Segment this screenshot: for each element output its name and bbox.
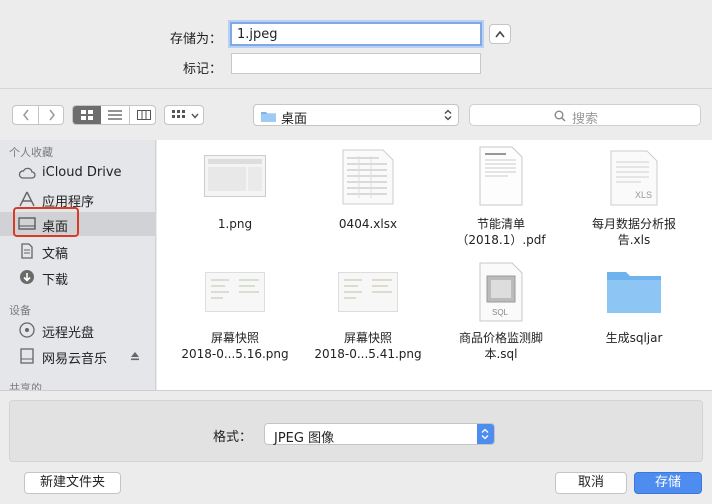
file-name-line2: （2018.1）.pdf [456, 233, 546, 247]
file-grid: 1.png 0404.xlsx 节能清单 （2018.1）.pdf XLS 每月数… [157, 140, 712, 390]
file-item[interactable]: SQL 商品价格监测脚 本.sql [435, 262, 567, 382]
sidebar: 个人收藏 iCloud Drive 应用程序 桌面 文稿 下载 设备 远程光盘 … [0, 140, 156, 390]
save-as-input[interactable]: 1.jpeg [230, 22, 482, 46]
sidebar-item-label: 下载 [42, 273, 69, 288]
applications-icon [19, 191, 35, 207]
file-name: 生成sqljar [605, 331, 663, 345]
location-popup[interactable]: 桌面 [253, 104, 459, 127]
file-name-line1: 节能清单 [476, 217, 525, 231]
cloud-icon [18, 167, 36, 179]
sidebar-item-label: iCloud Drive [42, 165, 122, 180]
chevron-up-icon [495, 30, 505, 38]
shared-header: 共享的 [9, 382, 42, 390]
file-name-line2: 2018-0...5.16.png [181, 347, 289, 361]
up-down-arrows-icon [481, 428, 489, 440]
sidebar-item-remote-disc[interactable]: 远程光盘 [0, 318, 155, 342]
view-mode-selector [72, 105, 156, 125]
sql-document-icon: SQL [479, 262, 523, 322]
up-down-arrows-icon [444, 109, 452, 121]
eject-icon[interactable] [130, 351, 140, 361]
search-field[interactable]: 搜索 [469, 104, 701, 127]
file-name: 0404.xlsx [338, 217, 398, 231]
drive-icon [20, 348, 34, 364]
search-icon [554, 110, 566, 122]
format-popup[interactable]: JPEG 图像 [264, 423, 495, 446]
folder-icon [261, 112, 276, 122]
devices-header: 设备 [9, 304, 31, 317]
history-nav [12, 105, 64, 125]
list-icon [108, 110, 122, 120]
list-view-button[interactable] [101, 106, 129, 124]
pdf-document-icon [479, 146, 523, 206]
chevron-left-icon [22, 109, 29, 121]
columns-icon [136, 110, 151, 120]
grid-icon [81, 110, 93, 120]
file-name-line2: 2018-0...5.41.png [314, 347, 422, 361]
file-name: 商品价格监测脚 本.sql [435, 330, 567, 362]
column-view-button[interactable] [130, 106, 157, 124]
format-popup-stepper [477, 424, 494, 444]
forward-button[interactable] [39, 106, 64, 124]
icon-view-button[interactable] [73, 106, 101, 124]
format-value: JPEG 图像 [274, 431, 335, 446]
cancel-button[interactable]: 取消 [555, 472, 627, 494]
screenshot-thumbnail-icon [205, 272, 265, 312]
sidebar-item-icloud-drive[interactable]: iCloud Drive [0, 161, 155, 185]
tags-value [232, 54, 480, 60]
file-name-line1: 屏幕快照 [343, 331, 392, 345]
folder-item[interactable]: 生成sqljar [568, 262, 700, 382]
arrange-grid-icon [172, 110, 185, 118]
sidebar-item-label: 文稿 [42, 247, 69, 262]
screenshot-thumbnail-icon [338, 272, 398, 312]
sidebar-item-label: 网易云音乐 [42, 352, 108, 367]
file-item[interactable]: 屏幕快照 2018-0...5.16.png [169, 262, 301, 382]
file-name: 屏幕快照 2018-0...5.16.png [169, 330, 301, 362]
svg-text:XLS: XLS [635, 190, 652, 200]
new-folder-button[interactable]: 新建文件夹 [24, 472, 121, 494]
browser-toolbar: 桌面 搜索 [0, 88, 712, 140]
file-item[interactable]: XLS 每月数据分析报 告.xls [568, 140, 700, 260]
chevron-right-icon [48, 109, 55, 121]
file-name-line2: 本.sql [484, 347, 518, 361]
png-thumbnail-icon [204, 155, 266, 197]
file-item[interactable]: 节能清单 （2018.1）.pdf [435, 140, 567, 260]
svg-text:SQL: SQL [492, 308, 509, 317]
file-name: 屏幕快照 2018-0...5.41.png [302, 330, 434, 362]
downloads-icon [20, 270, 34, 284]
tags-label: 标记： [182, 62, 222, 77]
file-name: 1.png [217, 217, 253, 231]
chevron-down-icon [191, 113, 199, 119]
sidebar-item-label: 远程光盘 [42, 326, 95, 341]
annotation-highlight-box [13, 207, 79, 237]
file-name-line1: 屏幕快照 [210, 331, 259, 345]
file-item[interactable]: 屏幕快照 2018-0...5.41.png [302, 262, 434, 382]
file-name-line1: 商品价格监测脚 [458, 331, 543, 345]
save-button[interactable]: 存储 [634, 472, 702, 494]
location-label: 桌面 [281, 112, 308, 127]
file-name-line2: 告.xls [617, 233, 651, 247]
arrange-button[interactable] [164, 105, 204, 125]
file-item[interactable]: 1.png [169, 140, 301, 260]
sidebar-item-netease-music[interactable]: 网易云音乐 [0, 344, 155, 368]
file-item[interactable]: 0404.xlsx [302, 140, 434, 260]
sidebar-item-downloads[interactable]: 下载 [0, 265, 155, 289]
disc-icon [19, 322, 35, 338]
save-header: 存储为： 1.jpeg 标记： [0, 0, 712, 88]
xls-document-icon: XLS [610, 150, 658, 206]
file-name: 每月数据分析报 告.xls [568, 216, 700, 248]
save-as-label: 存储为： [169, 32, 222, 47]
expand-toggle-button[interactable] [489, 24, 511, 44]
file-name: 节能清单 （2018.1）.pdf [435, 216, 567, 248]
back-button[interactable] [13, 106, 38, 124]
search-placeholder: 搜索 [572, 112, 599, 127]
format-label: 格式： [212, 430, 252, 445]
save-as-value: 1.jpeg [237, 27, 278, 42]
documents-icon [21, 243, 33, 259]
favorites-header: 个人收藏 [9, 146, 53, 159]
tags-input[interactable] [231, 53, 481, 74]
folder-icon [607, 272, 661, 313]
sidebar-item-documents[interactable]: 文稿 [0, 239, 155, 263]
file-name-line1: 每月数据分析报 [591, 217, 676, 231]
spreadsheet-icon [342, 149, 394, 205]
